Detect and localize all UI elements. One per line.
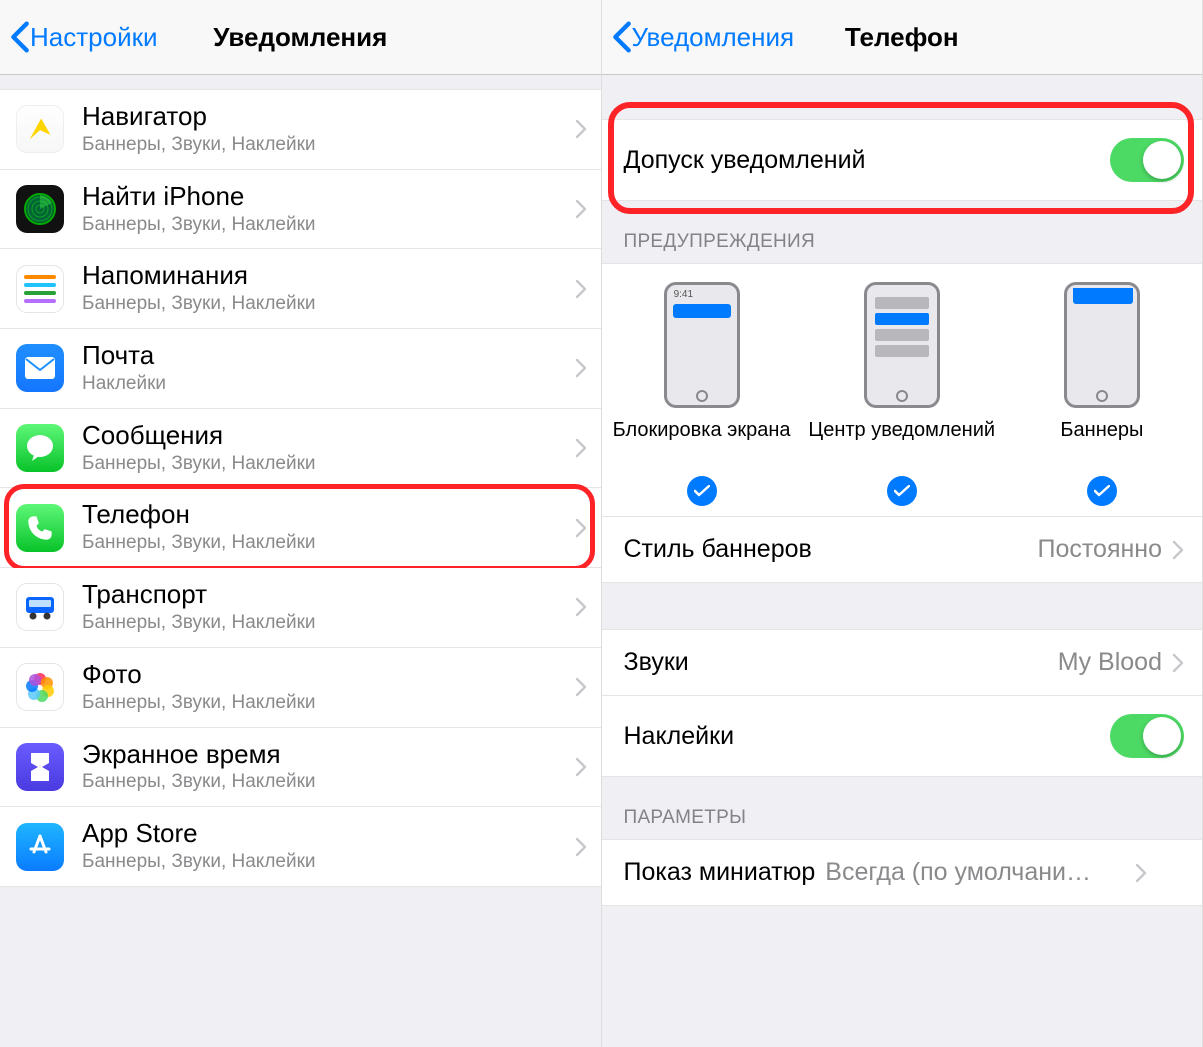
phone-icon (16, 504, 64, 552)
back-to-settings-button[interactable]: Настройки (10, 20, 158, 54)
banner-style-label: Стиль баннеров (624, 535, 1038, 564)
section-alerts-header: ПРЕДУПРЕЖДЕНИЯ (602, 201, 1203, 263)
app-title: App Store (82, 819, 575, 849)
chevron-right-icon (575, 358, 587, 378)
app-row-photos[interactable]: Фото Баннеры, Звуки, Наклейки (0, 648, 601, 728)
alert-lock-label: Блокировка экрана (613, 418, 791, 470)
chevron-right-icon (1172, 540, 1184, 560)
section-params-header: ПАРАМЕТРЫ (602, 777, 1203, 839)
navbar-right: Уведомления Телефон (602, 0, 1203, 75)
lock-screen-diagram: 9:41 (664, 282, 740, 408)
chevron-right-icon (575, 757, 587, 777)
app-subtitle: Баннеры, Звуки, Наклейки (82, 453, 575, 476)
app-subtitle: Баннеры, Звуки, Наклейки (82, 692, 575, 715)
app-subtitle: Баннеры, Звуки, Наклейки (82, 214, 575, 237)
chevron-right-icon (575, 518, 587, 538)
sounds-value: My Blood (1058, 648, 1162, 677)
alert-style-banners[interactable]: Баннеры (1003, 282, 1201, 506)
app-subtitle: Баннеры, Звуки, Наклейки (82, 134, 575, 157)
notification-center-diagram (864, 282, 940, 408)
previews-value: Всегда (по умолчани… (825, 858, 1125, 887)
stickers-label: Наклейки (624, 722, 1111, 751)
back-label: Настройки (30, 22, 158, 53)
screen-time-icon (16, 743, 64, 791)
chevron-right-icon (575, 677, 587, 697)
banners-diagram (1064, 282, 1140, 408)
messages-icon (16, 424, 64, 472)
alert-banners-label: Баннеры (1060, 418, 1143, 470)
allow-notifications-toggle[interactable] (1110, 138, 1184, 182)
app-subtitle: Наклейки (82, 373, 575, 396)
app-title: Сообщения (82, 421, 575, 451)
app-row-messages[interactable]: Сообщения Баннеры, Звуки, Наклейки (0, 409, 601, 489)
app-row-reminders[interactable]: Напоминания Баннеры, Звуки, Наклейки (0, 249, 601, 329)
banner-style-row[interactable]: Стиль баннеров Постоянно (602, 517, 1203, 583)
app-subtitle: Баннеры, Звуки, Наклейки (82, 851, 575, 874)
app-title: Фото (82, 660, 575, 690)
page-title: Уведомления (213, 22, 387, 53)
chevron-right-icon (575, 119, 587, 139)
alert-center-check[interactable] (887, 476, 917, 506)
find-iphone-icon (16, 185, 64, 233)
app-title: Найти iPhone (82, 182, 575, 212)
photos-icon (16, 663, 64, 711)
allow-notifications-row: Допуск уведомлений (602, 119, 1203, 201)
app-title: Напоминания (82, 261, 575, 291)
app-row-phone[interactable]: Телефон Баннеры, Звуки, Наклейки (0, 488, 601, 568)
app-list: Навигатор Баннеры, Звуки, Наклейки Найти… (0, 75, 601, 887)
mail-icon (16, 344, 64, 392)
alerts-block: 9:41 Блокировка экрана Цен (602, 263, 1203, 517)
app-row-mail[interactable]: Почта Наклейки (0, 329, 601, 409)
alert-center-label: Центр уведомлений (808, 418, 995, 470)
reminders-icon (16, 265, 64, 313)
alert-style-lock-screen[interactable]: 9:41 Блокировка экрана (603, 282, 801, 506)
previews-label: Показ миниатюр (624, 858, 816, 887)
alert-lock-check[interactable] (687, 476, 717, 506)
chevron-right-icon (1135, 863, 1147, 883)
chevron-right-icon (1172, 653, 1184, 673)
app-row-screen-time[interactable]: Экранное время Баннеры, Звуки, Наклейки (0, 728, 601, 808)
navbar-left: Настройки Уведомления (0, 0, 601, 75)
app-title: Телефон (82, 500, 575, 530)
app-subtitle: Баннеры, Звуки, Наклейки (82, 293, 575, 316)
chevron-left-icon (612, 20, 632, 54)
page-title: Телефон (845, 22, 959, 53)
notifications-pane: Настройки Уведомления Навигатор Баннеры,… (0, 0, 602, 1047)
app-subtitle: Баннеры, Звуки, Наклейки (82, 771, 575, 794)
app-subtitle: Баннеры, Звуки, Наклейки (82, 612, 575, 635)
phone-settings-pane: Уведомления Телефон Допуск уведомлений П… (602, 0, 1203, 1047)
sounds-label: Звуки (624, 648, 1058, 677)
previews-row[interactable]: Показ миниатюр Всегда (по умолчани… (602, 839, 1203, 906)
app-row-navigator[interactable]: Навигатор Баннеры, Звуки, Наклейки (0, 89, 601, 170)
app-row-transport[interactable]: Транспорт Баннеры, Звуки, Наклейки (0, 568, 601, 648)
app-row-app-store[interactable]: App Store Баннеры, Звуки, Наклейки (0, 807, 601, 887)
chevron-right-icon (575, 279, 587, 299)
sounds-row[interactable]: Звуки My Blood (602, 629, 1203, 696)
app-subtitle: Баннеры, Звуки, Наклейки (82, 532, 575, 555)
back-to-notifications-button[interactable]: Уведомления (612, 20, 795, 54)
chevron-left-icon (10, 20, 30, 54)
chevron-right-icon (575, 199, 587, 219)
chevron-right-icon (575, 597, 587, 617)
navigator-icon (16, 105, 64, 153)
app-title: Экранное время (82, 740, 575, 770)
stickers-row: Наклейки (602, 696, 1203, 777)
allow-notifications-label: Допуск уведомлений (624, 146, 1111, 175)
app-title: Почта (82, 341, 575, 371)
alert-banners-check[interactable] (1087, 476, 1117, 506)
banner-style-value: Постоянно (1038, 535, 1163, 564)
transport-icon (16, 583, 64, 631)
alert-style-notification-center[interactable]: Центр уведомлений (803, 282, 1001, 506)
right-content: Допуск уведомлений ПРЕДУПРЕЖДЕНИЯ 9:41 Б… (602, 75, 1203, 906)
back-label: Уведомления (632, 22, 795, 53)
app-title: Навигатор (82, 102, 575, 132)
app-row-find-iphone[interactable]: Найти iPhone Баннеры, Звуки, Наклейки (0, 170, 601, 250)
chevron-right-icon (575, 438, 587, 458)
app-title: Транспорт (82, 580, 575, 610)
app-store-icon (16, 823, 64, 871)
chevron-right-icon (575, 837, 587, 857)
stickers-toggle[interactable] (1110, 714, 1184, 758)
